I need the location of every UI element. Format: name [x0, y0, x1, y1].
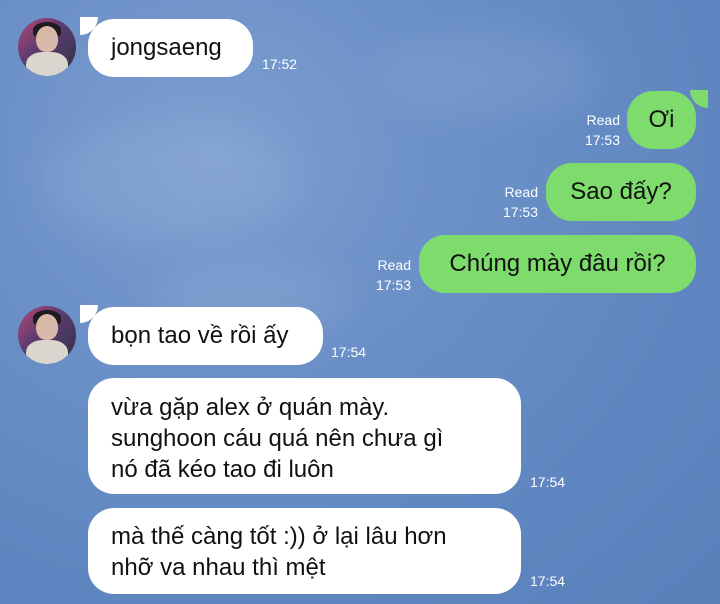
message-time: 17:53	[502, 204, 538, 220]
read-receipt: Read 17:53	[351, 255, 411, 295]
message-text: jongsaeng	[111, 34, 222, 61]
message-time: 17:54	[530, 474, 566, 490]
outgoing-message[interactable]: Sao đấy?	[546, 163, 696, 221]
message-time: 17:53	[584, 132, 620, 148]
message-text: Chúng mày đâu rồi?	[449, 250, 666, 277]
message-text: bọn tao về rồi ấy	[111, 322, 289, 349]
incoming-message[interactable]: vừa gặp alex ở quán mày. sunghoon cáu qu…	[88, 378, 521, 494]
contact-avatar[interactable]	[18, 18, 76, 76]
message-line: mà thế càng tốt :)) ở lại lâu hơn	[111, 523, 447, 550]
message-time: 17:52	[262, 56, 298, 72]
read-receipt: Read 17:53	[560, 110, 620, 150]
read-receipt: Read 17:53	[478, 182, 538, 222]
read-status: Read	[504, 184, 538, 200]
incoming-message[interactable]: jongsaeng	[88, 19, 253, 77]
outgoing-message[interactable]: Chúng mày đâu rồi?	[419, 235, 696, 293]
read-status: Read	[586, 112, 620, 128]
message-line: sunghoon cáu quá nên chưa gì	[111, 425, 444, 452]
message-time: 17:54	[331, 344, 367, 360]
read-status: Read	[377, 257, 411, 273]
incoming-message[interactable]: bọn tao về rồi ấy	[88, 307, 323, 365]
message-text: Sao đấy?	[570, 178, 672, 205]
message-line: nó đã kéo tao đi luôn	[111, 456, 334, 483]
message-line: nhỡ va nhau thì mệt	[111, 554, 326, 581]
incoming-message[interactable]: mà thế càng tốt :)) ở lại lâu hơn nhỡ va…	[88, 508, 521, 594]
message-time: 17:53	[375, 277, 411, 293]
outgoing-message[interactable]: Ơi	[627, 91, 696, 149]
contact-avatar[interactable]	[18, 306, 76, 364]
message-text: Ơi	[648, 106, 675, 133]
message-line: vừa gặp alex ở quán mày.	[111, 394, 390, 421]
message-time: 17:54	[530, 573, 566, 589]
